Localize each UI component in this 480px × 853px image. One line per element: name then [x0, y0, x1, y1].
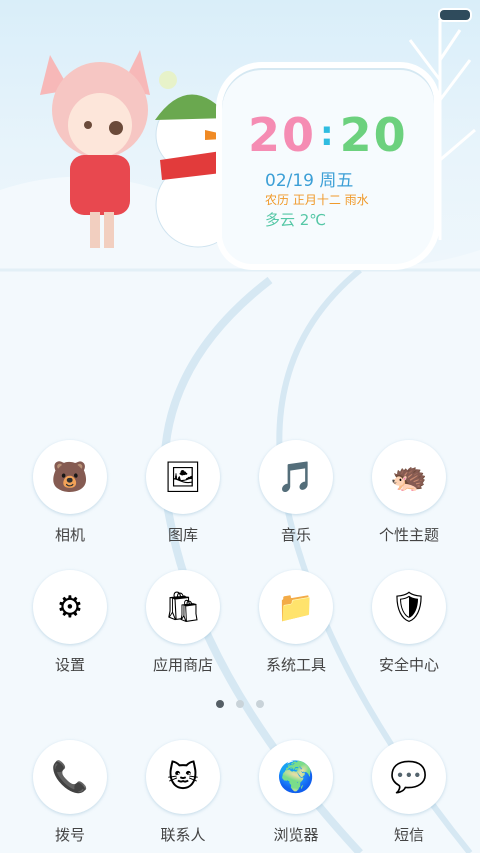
app-label: 联系人 — [160, 826, 206, 844]
weather-label: 多云 2℃ — [265, 211, 327, 229]
dock-phone[interactable]: 📞 拨号 — [15, 740, 125, 845]
date-label: 02/19 周五 — [265, 171, 354, 191]
app-label: 个性主题 — [378, 526, 439, 544]
app-label: 拨号 — [54, 826, 85, 844]
app-store-icon: 🛍 — [146, 570, 220, 644]
app-label: 设置 — [54, 656, 85, 674]
settings-icon: ⚙ — [33, 570, 107, 644]
app-store[interactable]: 🛍 应用商店 — [128, 570, 238, 675]
app-label: 图库 — [167, 526, 198, 544]
theme-icon: 🦔 — [372, 440, 446, 514]
gallery-icon: 🖼 — [146, 440, 220, 514]
page-indicator[interactable] — [216, 700, 264, 708]
app-settings[interactable]: ⚙ 设置 — [15, 570, 125, 675]
dock-sms[interactable]: 💬 短信 — [354, 740, 464, 845]
wallpaper: 20:20 02/19 周五 农历 正月十二 雨水 多云 2℃ 🐻 相机 🖼 图… — [0, 0, 480, 853]
clock-separator: : — [320, 114, 336, 154]
app-label: 系统工具 — [265, 656, 326, 674]
sms-icon: 💬 — [372, 740, 446, 814]
page-dot-1[interactable] — [216, 700, 224, 708]
app-security[interactable]: 🛡 安全中心 — [354, 570, 464, 675]
clock-hour: 20 — [248, 108, 317, 162]
battery-icon — [438, 8, 472, 22]
music-icon: 🎵 — [259, 440, 333, 514]
page-dot-3[interactable] — [256, 700, 264, 708]
app-label: 安全中心 — [378, 656, 439, 674]
browser-icon: 🌍 — [259, 740, 333, 814]
app-gallery[interactable]: 🖼 图库 — [128, 440, 238, 545]
app-camera[interactable]: 🐻 相机 — [15, 440, 125, 545]
clock-minute: 20 — [339, 108, 408, 162]
dock-browser[interactable]: 🌍 浏览器 — [241, 740, 351, 845]
app-label: 音乐 — [280, 526, 311, 544]
camera-icon: 🐻 — [33, 440, 107, 514]
app-label: 相机 — [54, 526, 85, 544]
security-icon: 🛡 — [372, 570, 446, 644]
contacts-icon: 🐱 — [146, 740, 220, 814]
app-system-tools[interactable]: 📁 系统工具 — [241, 570, 351, 675]
app-label: 短信 — [393, 826, 424, 844]
dock-contacts[interactable]: 🐱 联系人 — [128, 740, 238, 845]
clock[interactable]: 20:20 — [248, 108, 408, 162]
app-label: 浏览器 — [273, 826, 319, 844]
page-dot-2[interactable] — [236, 700, 244, 708]
app-music[interactable]: 🎵 音乐 — [241, 440, 351, 545]
system-tools-icon: 📁 — [259, 570, 333, 644]
lunar-date-label: 农历 正月十二 雨水 — [265, 193, 369, 207]
app-label: 应用商店 — [152, 656, 213, 674]
app-theme[interactable]: 🦔 个性主题 — [354, 440, 464, 545]
phone-icon: 📞 — [33, 740, 107, 814]
